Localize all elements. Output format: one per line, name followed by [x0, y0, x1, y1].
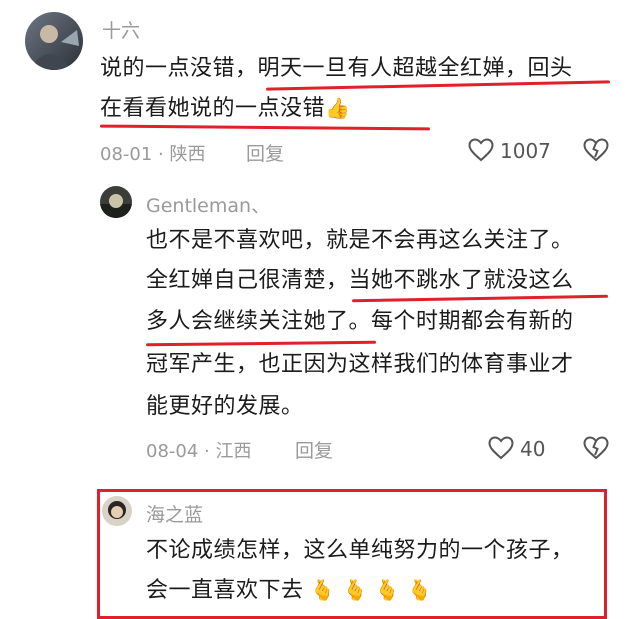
reply-button[interactable]: 回复 [246, 139, 284, 166]
comment-location: 陕西 [169, 144, 206, 165]
comment-text-line: 不论成绩怎样，这么单纯努力的一个孩子， [146, 538, 574, 563]
comment-text-segment: 全红婵自己很清楚， [146, 268, 349, 293]
comment-text-segment: 当她不跳水了就没这么 [348, 268, 574, 293]
dislike-button[interactable] [583, 138, 609, 162]
heart-icon [488, 436, 514, 460]
comment-date: 08-04 [146, 441, 199, 462]
comment-text-line: 说的一点没错，明天一旦有人超越全红婵，回头 [100, 58, 573, 80]
comment-text-line: 能更好的发展。 [146, 394, 304, 419]
like-button[interactable] [488, 436, 514, 460]
comment-text-line: 也不是不喜欢吧，就是不会再这么关注了。 [146, 228, 574, 253]
highlight-underline [266, 80, 610, 91]
username[interactable]: Gentleman、 [146, 191, 270, 218]
highlight-underline [351, 294, 609, 303]
finger-heart-icon: 🫰 🫰 🫰 🫰 [303, 578, 433, 602]
avatar[interactable] [102, 496, 132, 526]
comment-text-segment: 会一直喜欢下去 [146, 578, 304, 603]
comment-location: 江西 [215, 441, 252, 462]
highlight-underline [99, 124, 431, 131]
comment-meta: 08-01 · 陕西 [100, 144, 206, 165]
heart-icon [468, 138, 494, 162]
comment-text-segment: 说的一点没错， [100, 56, 258, 81]
avatar[interactable] [25, 12, 83, 70]
highlight-underline [145, 340, 377, 347]
comment-text-segment: 明天一旦有人超越全红婵，回头 [257, 56, 573, 81]
comment-text-segment: 在看看她说的一点没错 [100, 96, 326, 121]
broken-heart-icon [583, 436, 609, 460]
broken-heart-icon [583, 138, 609, 162]
comment-text-line: 多人会继续关注她了。每个时期都会有新的 [146, 311, 574, 333]
comment-text-line: 在看看她说的一点没错👍 [100, 98, 350, 120]
like-count: 40 [520, 437, 546, 461]
comment-text-line: 冠军产生，也正因为这样我们的体育事业才 [146, 352, 574, 377]
reply-button[interactable]: 回复 [295, 436, 333, 463]
comment-date: 08-01 [100, 144, 153, 165]
like-button[interactable] [468, 138, 494, 162]
like-count: 1007 [500, 139, 551, 163]
thumbs-up-icon: 👍 [325, 96, 351, 120]
comment-text-line: 全红婵自己很清楚，当她不跳水了就没这么 [146, 270, 574, 292]
comment-text-line: 会一直喜欢下去 🫰 🫰 🫰 🫰 [146, 580, 433, 602]
comment-text-segment: 每个时期都会有新的 [371, 309, 574, 334]
avatar[interactable] [100, 186, 132, 218]
dislike-button[interactable] [583, 436, 609, 460]
comment-meta: 08-04 · 江西 [146, 441, 252, 462]
comment-text-segment: 多人会继续关注她了。 [146, 309, 372, 334]
username[interactable]: 海之蓝 [146, 500, 203, 527]
username[interactable]: 十六 [102, 16, 140, 43]
